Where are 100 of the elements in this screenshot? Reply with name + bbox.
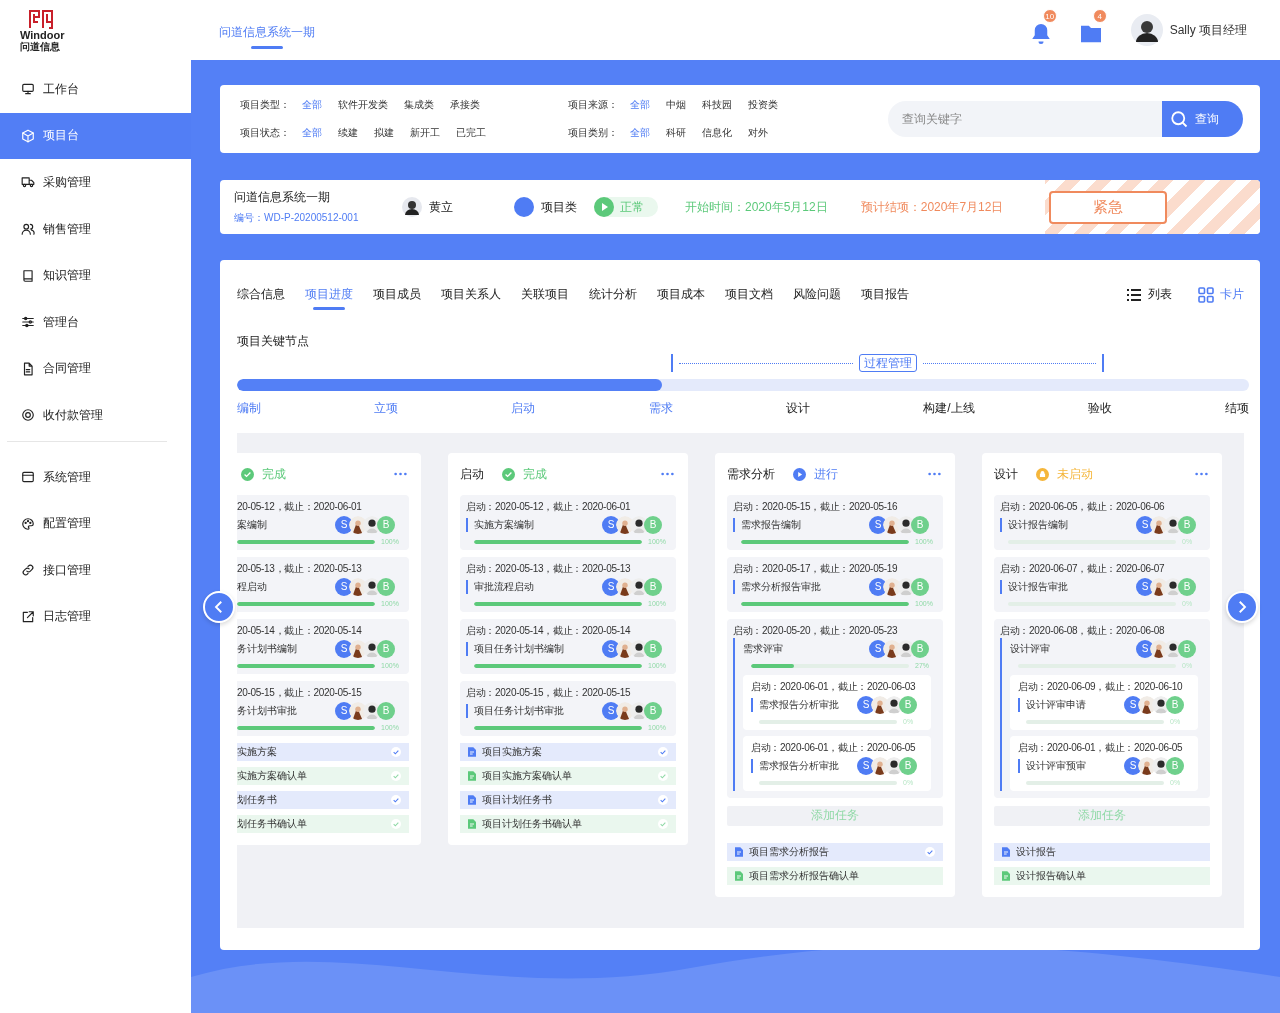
filter-option[interactable]: 全部 <box>630 126 650 140</box>
sidebar-item[interactable]: 知识管理 <box>0 252 191 299</box>
sidebar-item[interactable]: 日志管理 <box>0 593 191 641</box>
member-avatar: B <box>377 702 395 720</box>
sidebar-item[interactable]: 合同管理 <box>0 345 191 393</box>
sidebar-item[interactable]: 采购管理 <box>0 159 191 206</box>
document-item[interactable]: 设计报告确认单 <box>994 866 1210 885</box>
document-name: 项目计划任务书 <box>482 793 552 807</box>
document-item[interactable]: 项目计划任务书 <box>460 791 676 809</box>
milestone-label: 构建/上线 <box>923 400 975 417</box>
target-icon <box>21 408 35 423</box>
filter-option[interactable]: 全部 <box>630 98 650 112</box>
sidebar-item[interactable]: 工作台 <box>0 66 191 113</box>
filter-option[interactable]: 全部 <box>302 126 322 140</box>
task-name: 案编制 <box>237 518 267 532</box>
header-tab[interactable]: 问道信息系统一期 <box>219 11 315 49</box>
user-avatar[interactable] <box>1130 14 1163 46</box>
tab[interactable]: 项目成本 <box>657 278 705 311</box>
tab[interactable]: 项目报告 <box>861 278 909 311</box>
filter-option[interactable]: 承接类 <box>450 98 480 112</box>
filter-option[interactable]: 拟建 <box>374 126 394 140</box>
next-button[interactable] <box>1226 591 1258 623</box>
sidebar-item[interactable]: 系统管理 <box>0 453 191 501</box>
task-name: 项目任务计划书审批 <box>466 704 564 718</box>
tab[interactable]: 项目进度 <box>305 278 353 311</box>
search-field[interactable]: 查询关键字 <box>888 101 1162 137</box>
filter-option[interactable]: 集成类 <box>404 98 434 112</box>
view-toggle[interactable]: 卡片 <box>1198 286 1244 303</box>
filter-option[interactable]: 中烟 <box>666 98 686 112</box>
task-name: 需求报告编制 <box>733 518 801 532</box>
task-dates: 启动：2020-06-08，截止：2020-06-08 <box>1000 625 1166 637</box>
document-item[interactable]: 项目需求分析报告 <box>727 842 943 861</box>
tab[interactable]: 项目关系人 <box>441 278 501 311</box>
phase-bracket: 过程管理 <box>670 352 1105 374</box>
task-dates: 20-05-12，截止：2020-06-01 <box>237 501 363 513</box>
more-icon[interactable] <box>394 472 407 476</box>
filter-option[interactable]: 新开工 <box>410 126 440 140</box>
sidebar-item[interactable]: 管理台 <box>0 298 191 346</box>
document-item[interactable]: 项目需求分析报告确认单 <box>727 866 943 885</box>
file-icon <box>21 361 35 376</box>
filter-option[interactable]: 投资类 <box>748 98 778 112</box>
document-item[interactable]: 实施方案 <box>237 743 409 761</box>
tab[interactable]: 统计分析 <box>589 278 637 311</box>
filter-option[interactable]: 软件开发类 <box>338 98 388 112</box>
folder-icon[interactable] <box>1080 24 1101 44</box>
member-avatar: S <box>335 578 353 596</box>
task-name: 设计评审 <box>1010 642 1050 656</box>
message-badge: 4 <box>1092 9 1107 23</box>
previous-button[interactable] <box>203 591 235 623</box>
project-code: 编号：WD-P-20200512-001 <box>234 211 360 225</box>
logo-subtitle: 问道信息 <box>20 40 60 52</box>
milestone-label: 编制 <box>237 400 261 417</box>
member-avatar: B <box>899 696 917 714</box>
document-item[interactable]: 项目实施方案 <box>460 743 676 761</box>
milestone-label: 设计 <box>785 400 810 417</box>
member-avatar: S <box>335 516 353 534</box>
document-item[interactable]: 项目实施方案确认单 <box>460 767 676 785</box>
filter-option[interactable]: 对外 <box>748 126 768 140</box>
sidebar-item[interactable]: 销售管理 <box>0 205 191 253</box>
task-name: 需求评审 <box>743 642 783 656</box>
member-avatar: B <box>1178 516 1196 534</box>
user-name[interactable]: Sally 项目经理 <box>1169 21 1247 39</box>
more-icon[interactable] <box>928 472 941 476</box>
view-toggle[interactable]: 列表 <box>1126 286 1172 303</box>
sidebar-item[interactable]: 项目台 <box>0 112 191 160</box>
filter-option[interactable]: 科研 <box>666 126 686 140</box>
search-icon <box>1170 110 1188 128</box>
tab[interactable]: 风险问题 <box>793 278 841 311</box>
task-dates: 启动：2020-05-15，截止：2020-05-16 <box>733 501 899 513</box>
filter-option[interactable]: 全部 <box>302 98 322 112</box>
filter-option[interactable]: 科技园 <box>702 98 732 112</box>
document-item[interactable]: 划任务书 <box>237 791 409 809</box>
tab[interactable]: 关联项目 <box>521 278 569 311</box>
sidebar-item[interactable]: 配置管理 <box>0 500 191 547</box>
document-name: 项目实施方案确认单 <box>482 769 572 783</box>
end-date: 预计结项：2020年7月12日 <box>860 198 1004 216</box>
sidebar-item[interactable]: 收付款管理 <box>0 392 191 439</box>
document-name: 实施方案确认单 <box>237 769 307 783</box>
document-item[interactable]: 划任务书确认单 <box>237 815 409 833</box>
member-avatar: B <box>1178 578 1196 596</box>
filter-option[interactable]: 信息化 <box>702 126 732 140</box>
bell-icon[interactable] <box>1030 24 1051 44</box>
filter-option[interactable]: 已完工 <box>456 126 486 140</box>
search-button[interactable]: 查询 <box>1162 101 1243 137</box>
filter-option[interactable]: 续建 <box>338 126 358 140</box>
tab[interactable]: 综合信息 <box>237 278 285 311</box>
document-item[interactable]: 实施方案确认单 <box>237 767 409 785</box>
more-icon[interactable] <box>661 472 674 476</box>
milestone-label: 验收 <box>1087 400 1112 417</box>
member-avatar: S <box>335 702 353 720</box>
status-pill: 正常 <box>594 197 658 217</box>
document-item[interactable]: 设计报告 <box>994 842 1210 861</box>
task-dates: 启动：2020-06-09，截止：2020-06-10 <box>1018 681 1184 693</box>
tab[interactable]: 项目成员 <box>373 278 421 311</box>
sidebar-item[interactable]: 接口管理 <box>0 546 191 594</box>
more-icon[interactable] <box>1195 472 1208 476</box>
tab[interactable]: 项目文档 <box>725 278 773 311</box>
task-dates: 启动：2020-05-17，截止：2020-05-19 <box>733 563 899 575</box>
filter-label: 项目类别： <box>568 126 619 140</box>
document-item[interactable]: 项目计划任务书确认单 <box>460 815 676 833</box>
